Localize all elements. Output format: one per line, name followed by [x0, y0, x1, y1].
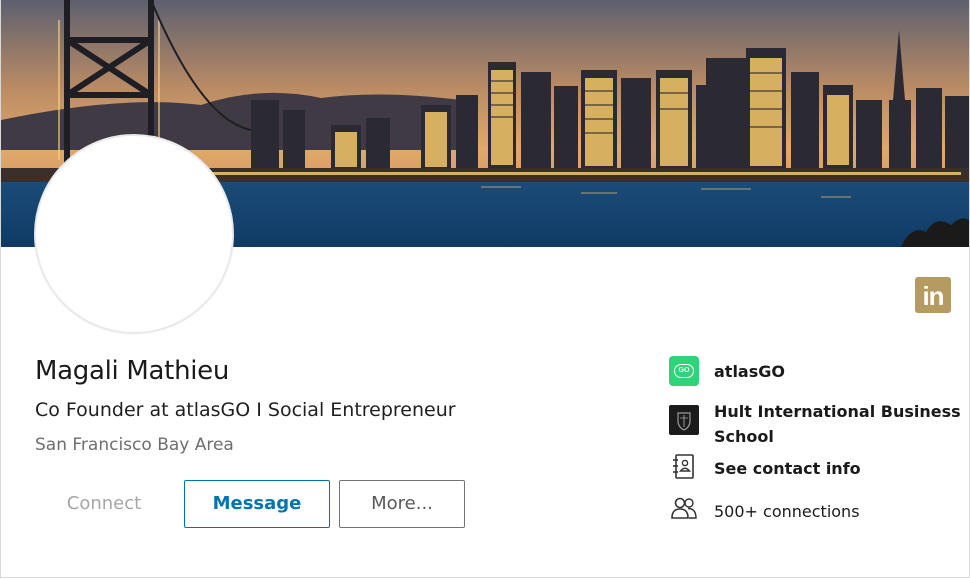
hult-shield-icon — [669, 405, 699, 435]
school-name-line1: Hult International Business — [714, 402, 961, 421]
profile-card: in Magali Mathieu Co Founder at atlasGO … — [0, 0, 970, 578]
school-name: Hult International Business School — [714, 399, 961, 449]
current-company-item[interactable]: GO atlasGO — [669, 356, 785, 386]
atlasgo-logo-icon: GO — [669, 356, 699, 386]
school-name-line2: School — [714, 427, 774, 446]
company-name: atlasGO — [714, 362, 785, 381]
address-book-icon — [669, 452, 699, 482]
profile-location: San Francisco Bay Area — [35, 435, 234, 455]
linkedin-logo-icon[interactable]: in — [915, 277, 951, 313]
more-button[interactable]: More... — [339, 480, 465, 528]
education-item[interactable]: Hult International Business School — [669, 402, 961, 446]
connections-count[interactable]: 500+ connections — [714, 502, 860, 521]
see-contact-info-link[interactable]: See contact info — [714, 459, 861, 478]
profile-name: Magali Mathieu — [35, 356, 230, 386]
people-icon — [669, 494, 699, 524]
profile-headline: Co Founder at atlasGO I Social Entrepren… — [35, 399, 456, 421]
profile-avatar[interactable] — [34, 134, 234, 334]
message-button[interactable]: Message — [184, 480, 330, 528]
connect-button[interactable]: Connect — [35, 480, 173, 528]
